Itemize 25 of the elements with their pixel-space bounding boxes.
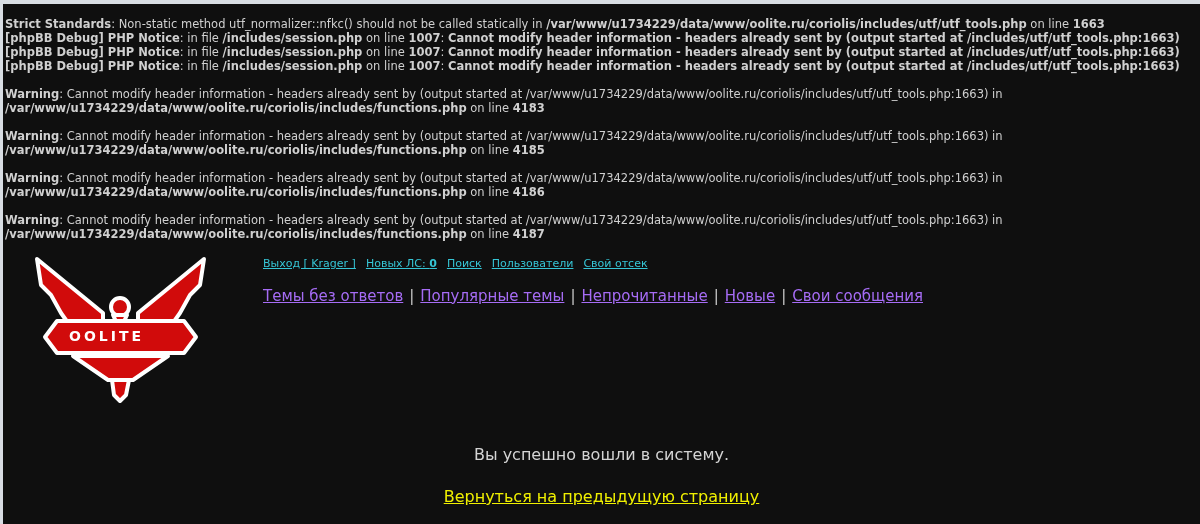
user-link[interactable]: Пользователи <box>491 256 574 273</box>
warning-message: Warning: Cannot modify header information - headers already sent by (output started at /var/www/u1734229/data/www/oolite.ru/coriolis/includes/utf/utf_tools.php:1663) in /var/www/u1734229/data/www/oolite.ru/coriolis/includes/functions.php on line 4186 <box>5 171 1004 199</box>
return-link[interactable]: Вернуться на предыдущую страницу <box>443 485 760 509</box>
link-separator: | <box>781 285 787 307</box>
topic-link[interactable]: Новые <box>724 284 776 307</box>
link-separator: | <box>570 285 576 307</box>
warning-message: Warning: Cannot modify header information - headers already sent by (output started at /var/www/u1734229/data/www/oolite.ru/coriolis/includes/utf/utf_tools.php:1663) in /var/www/u1734229/data/www/oolite.ru/coriolis/includes/functions.php on line 4185 <box>5 129 1004 157</box>
warning-message: Warning: Cannot modify header information - headers already sent by (output started at /var/www/u1734229/data/www/oolite.ru/coriolis/includes/utf/utf_tools.php:1663) in /var/www/u1734229/data/www/oolite.ru/coriolis/includes/functions.php on line 4187 <box>5 213 1004 241</box>
link-separator: | <box>409 285 415 307</box>
debug-message: [phpBB Debug] PHP Notice: in file /includes/session.php on line 1007: Cannot modify header information - headers already sent by (output started at /includes/utf/utf_tools.php:1663) <box>5 45 1181 59</box>
debug-message: [phpBB Debug] PHP Notice: in file /includes/session.php on line 1007: Cannot modify header information - headers already sent by (output started at /includes/utf/utf_tools.php:1663) <box>5 31 1181 45</box>
success-message: Вы успешно вошли в систему. <box>473 444 730 466</box>
user-link[interactable]: Выход [ Krager ] <box>263 256 356 273</box>
debug-message: [phpBB Debug] PHP Notice: in file /includes/session.php on line 1007: Cannot modify header information - headers already sent by (output started at /includes/utf/utf_tools.php:1663) <box>5 59 1181 73</box>
user-link[interactable]: Свой отсек <box>583 256 648 273</box>
link-separator: | <box>713 285 719 307</box>
topic-link[interactable]: Непрочитанные <box>581 284 708 307</box>
user-link[interactable]: Новых ЛС: 0 <box>365 256 437 273</box>
topic-link[interactable]: Популярные темы <box>420 284 565 307</box>
debug-message: Strict Standards: Non-static method utf_normalizer::nfkc() should not be called statically in /var/www/u1734229/data/www/oolite.ru/coriolis/includes/utf/utf_tools.php on line 1663 <box>5 17 1106 31</box>
user-link[interactable]: Поиск <box>446 256 482 273</box>
logo-text: OOLITE <box>69 328 145 344</box>
topic-link[interactable]: Свои сообщения <box>792 284 923 307</box>
topic-link[interactable]: Темы без ответов <box>263 284 404 307</box>
warning-message: Warning: Cannot modify header information - headers already sent by (output started at /var/www/u1734229/data/www/oolite.ru/coriolis/includes/utf/utf_tools.php:1663) in /var/www/u1734229/data/www/oolite.ru/coriolis/includes/functions.php on line 4183 <box>5 87 1004 115</box>
